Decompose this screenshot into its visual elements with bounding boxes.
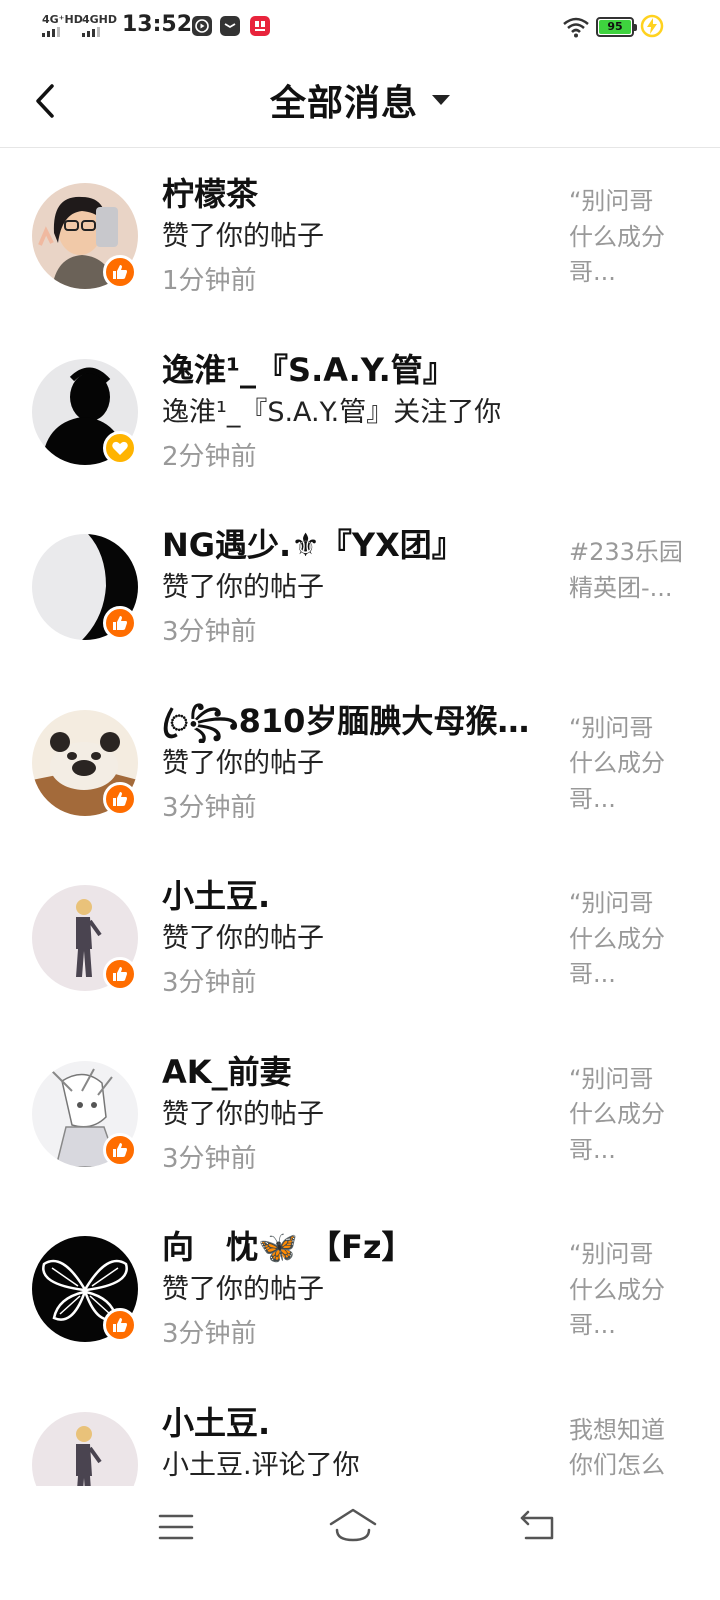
network-indicator-2: 4GHD — [82, 14, 117, 37]
preview-line: “别问哥 — [569, 889, 654, 917]
message-item[interactable]: AK_前妻 赞了你的帖子 3分钟前 “别问哥 什么成分 哥... — [0, 1028, 720, 1204]
thumb-up-icon — [103, 1132, 137, 1167]
preview-line: “别问哥 — [569, 1240, 654, 1268]
preview-line: 哥... — [569, 784, 616, 813]
preview-line: 哥... — [569, 1135, 616, 1164]
thumb-up-icon — [103, 1308, 137, 1342]
preview-line: 我想知道 — [569, 1415, 665, 1444]
timestamp: 3分钟前 — [162, 617, 257, 647]
sender-name[interactable]: NG遇少.⚜『YX团』 — [162, 523, 534, 567]
sender-name[interactable]: 柠檬茶 — [162, 172, 534, 216]
post-preview[interactable]: “别问哥 什么成分 哥... — [569, 711, 689, 818]
network-indicator-1: 4G⁺HD — [42, 14, 83, 37]
timestamp: 1分钟前 — [162, 266, 257, 296]
action-text: 赞了你的帖子 — [162, 923, 324, 954]
preview-line: 你们怎么 — [569, 1451, 665, 1479]
preview-line: 哥... — [569, 960, 616, 988]
post-preview[interactable]: “别问哥 什么成分 哥... — [569, 1237, 689, 1344]
message-item[interactable]: NG遇少.⚜『YX团』 赞了你的帖子 3分钟前 #233乐园 精英团-... — [0, 501, 720, 677]
thumb-up-icon — [103, 781, 137, 816]
sender-name[interactable]: 逸淮¹_『S.A.Y.管』 — [162, 348, 534, 392]
timestamp: 3分钟前 — [162, 968, 257, 998]
sender-name[interactable]: AK_前妻 — [162, 1050, 534, 1094]
menu-icon[interactable] — [158, 1512, 194, 1542]
message-item[interactable]: 逸淮¹_『S.A.Y.管』 逸淮¹_『S.A.Y.管』关注了你 2分钟前 — [0, 326, 720, 502]
status-time: 13:52 — [122, 12, 193, 37]
battery-level: 95 — [599, 20, 631, 34]
sender-name[interactable]: ꦿ꧂810岁腼腆大母猴™... — [162, 699, 534, 743]
system-nav-bar — [0, 1486, 720, 1600]
preview-line: 什么成分 — [569, 749, 665, 777]
message-item[interactable]: 柠檬茶 赞了你的帖子 1分钟前 “别问哥 什么成分 哥... — [0, 150, 720, 326]
charging-icon — [640, 14, 664, 38]
app-notification-icon — [250, 16, 270, 36]
heart-icon — [103, 430, 137, 465]
thumb-up-icon — [103, 957, 137, 991]
preview-line: 哥... — [569, 1311, 616, 1339]
timestamp: 3分钟前 — [162, 792, 257, 823]
timestamp: 3分钟前 — [162, 1143, 257, 1174]
avatar[interactable] — [32, 1411, 138, 1486]
thumb-up-icon — [103, 255, 137, 289]
post-preview[interactable]: “别问哥 什么成分 哥... — [569, 1062, 689, 1169]
sender-name[interactable]: 向 忱🦋 【Fz】 — [162, 1225, 534, 1269]
message-list[interactable]: 柠檬茶 赞了你的帖子 1分钟前 “别问哥 什么成分 哥... 逸淮¹_『S.A.… — [0, 150, 720, 1486]
message-item[interactable]: ꦿ꧂810岁腼腆大母猴™... 赞了你的帖子 3分钟前 “别问哥 什么成分 哥.… — [0, 677, 720, 853]
preview-line: 哥... — [569, 258, 616, 286]
back-icon[interactable] — [518, 1508, 558, 1542]
network-label-2: 4GHD — [82, 13, 118, 26]
post-preview[interactable]: “别问哥 什么成分 哥... — [569, 184, 689, 291]
signal-bars-icon — [82, 27, 117, 37]
play-notification-icon — [192, 16, 212, 36]
signal-bars-icon — [42, 27, 83, 37]
page-title: 全部消息 — [269, 83, 418, 124]
preview-line: “别问哥 — [569, 1064, 654, 1093]
preview-line: “别问哥 — [569, 187, 654, 215]
action-text: 逸淮¹_『S.A.Y.管』关注了你 — [162, 396, 502, 428]
sender-name[interactable]: 小土豆. — [162, 1401, 534, 1445]
battery-icon: 95 — [596, 17, 637, 37]
preview-line: 什么成分 — [569, 222, 665, 251]
message-filter-dropdown[interactable]: 全部消息 — [0, 74, 720, 126]
post-preview[interactable]: 我想知道 你们怎么 — [569, 1413, 689, 1484]
message-item[interactable]: 小土豆. 小土豆.评论了你 我想知道 你们怎么 — [0, 1379, 720, 1486]
preview-line: “别问哥 — [569, 713, 654, 742]
wifi-icon — [563, 17, 589, 38]
thumb-up-icon — [103, 606, 137, 640]
preview-line: 精英团-... — [569, 573, 673, 602]
action-text: 赞了你的帖子 — [162, 1098, 324, 1130]
preview-line: 什么成分 — [569, 1100, 665, 1128]
action-text: 赞了你的帖子 — [162, 221, 324, 252]
preview-line: 什么成分 — [569, 1275, 665, 1304]
message-item[interactable]: 向 忱🦋 【Fz】 赞了你的帖子 3分钟前 “别问哥 什么成分 哥... — [0, 1203, 720, 1379]
message-item[interactable]: 小土豆. 赞了你的帖子 3分钟前 “别问哥 什么成分 哥... — [0, 852, 720, 1028]
mail-notification-icon — [220, 16, 240, 36]
action-text: 小土豆.评论了你 — [162, 1449, 360, 1481]
post-preview[interactable]: “别问哥 什么成分 哥... — [569, 886, 689, 993]
caret-down-icon — [432, 95, 450, 105]
timestamp: 3分钟前 — [162, 1319, 257, 1349]
preview-line: #233乐园 — [569, 538, 683, 566]
timestamp: 2分钟前 — [162, 441, 257, 472]
post-preview[interactable]: #233乐园 精英团-... — [569, 535, 689, 606]
home-icon[interactable] — [328, 1506, 378, 1546]
action-text: 赞了你的帖子 — [162, 747, 324, 779]
preview-line: 什么成分 — [569, 924, 665, 953]
top-bar: 全部消息 — [0, 54, 720, 148]
action-text: 赞了你的帖子 — [162, 572, 324, 603]
action-text: 赞了你的帖子 — [162, 1274, 324, 1305]
network-label-1: 4G⁺HD — [42, 13, 83, 26]
sender-name[interactable]: 小土豆. — [162, 874, 534, 918]
status-bar: 4G⁺HD 4GHD 13:52 95 — [0, 0, 720, 54]
